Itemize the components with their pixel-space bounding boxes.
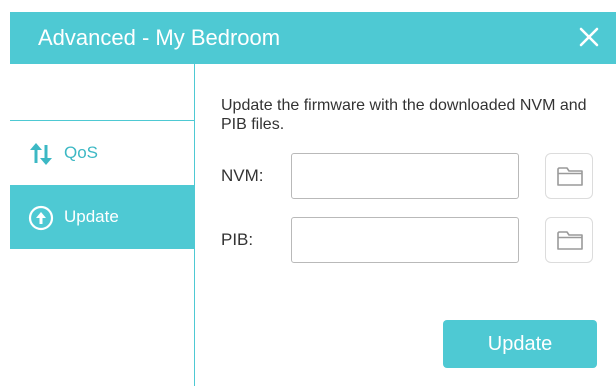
sidebar-item-update[interactable]: Update [10,185,194,249]
sidebar-item-qos[interactable]: QoS [10,121,194,185]
update-panel: Update the firmware with the downloaded … [195,64,616,386]
nvm-file-input[interactable] [291,153,519,199]
sidebar-item-label: QoS [64,143,99,162]
qos-arrows-icon [28,141,54,167]
folder-icon [557,231,583,250]
close-button[interactable] [576,24,602,50]
pib-file-input[interactable] [291,217,519,263]
sidebar-item-label: Update [64,207,119,226]
pib-label: PIB: [221,230,254,249]
pib-browse-button[interactable] [545,217,593,263]
title-bar: Advanced - My Bedroom [10,12,616,64]
update-button[interactable]: Update [443,320,597,368]
upload-circle-icon [28,205,54,231]
close-icon [579,27,599,47]
nvm-label: NVM: [221,166,264,185]
folder-icon [557,167,583,186]
nvm-browse-button[interactable] [545,153,593,199]
dialog-title: Advanced - My Bedroom [38,25,281,50]
update-description: Update the firmware with the downloaded … [221,97,587,133]
sidebar: QoS Update [10,64,195,386]
advanced-dialog: Advanced - My Bedroom QoS Update Update … [0,0,616,386]
